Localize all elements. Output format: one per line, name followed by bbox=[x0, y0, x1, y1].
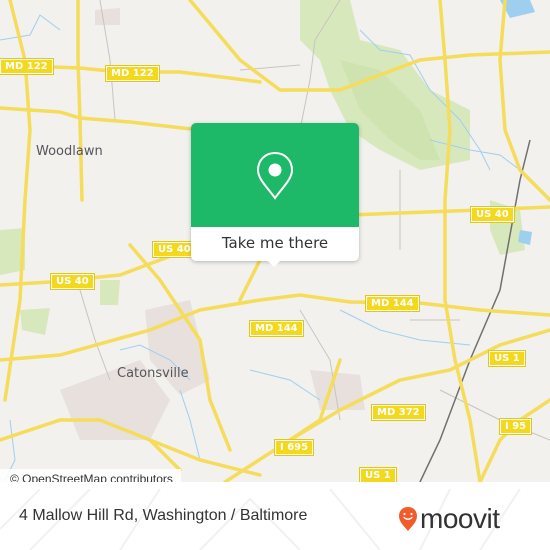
address-text: 4 Mallow Hill Rd, Washington / Baltimore bbox=[19, 507, 308, 524]
moovit-wordmark: moovit bbox=[420, 503, 500, 534]
road-shield: US 40 bbox=[152, 241, 197, 258]
road-shield: US 40 bbox=[470, 206, 515, 223]
moovit-pin-icon bbox=[399, 507, 417, 531]
urban-area bbox=[95, 8, 120, 25]
road-shield: MD 144 bbox=[365, 295, 420, 312]
road-n-s bbox=[76, 0, 84, 202]
road-ne bbox=[498, 0, 550, 202]
stream bbox=[249, 369, 321, 401]
stream bbox=[179, 389, 201, 461]
road-shield: US 1 bbox=[359, 467, 397, 482]
map-attribution[interactable]: © OpenStreetMap contributors bbox=[0, 469, 181, 482]
map-area[interactable]: MD 122 MD 122 US 40 US 40 US 40 MD 144 M… bbox=[0, 0, 550, 482]
popup-header[interactable] bbox=[191, 123, 359, 227]
road-shield: MD 122 bbox=[105, 65, 160, 82]
location-popup: Take me there bbox=[191, 123, 359, 267]
stream bbox=[0, 14, 61, 41]
road-shield: I 695 bbox=[273, 439, 315, 456]
take-me-there-button[interactable]: Take me there bbox=[191, 227, 359, 261]
place-label-catonsville: Catonsville bbox=[117, 366, 189, 381]
road-shield: MD 122 bbox=[0, 58, 54, 75]
road-shield: US 40 bbox=[50, 273, 95, 290]
popup-tail bbox=[266, 259, 282, 267]
map-pin-icon bbox=[256, 151, 294, 200]
footer-bar: 4 Mallow Hill Rd, Washington / Baltimore… bbox=[0, 489, 550, 550]
moovit-logo[interactable]: moovit bbox=[398, 499, 500, 539]
road-shield: US 1 bbox=[488, 350, 526, 367]
road-shield: I 95 bbox=[498, 418, 533, 435]
park-area bbox=[100, 280, 120, 305]
park-area bbox=[20, 308, 50, 335]
road-shield: MD 144 bbox=[249, 320, 304, 337]
place-label-woodlawn: Woodlawn bbox=[36, 144, 103, 159]
road-i95 bbox=[478, 398, 550, 482]
road-us1 bbox=[438, 0, 482, 482]
road-shield: MD 372 bbox=[371, 404, 426, 421]
